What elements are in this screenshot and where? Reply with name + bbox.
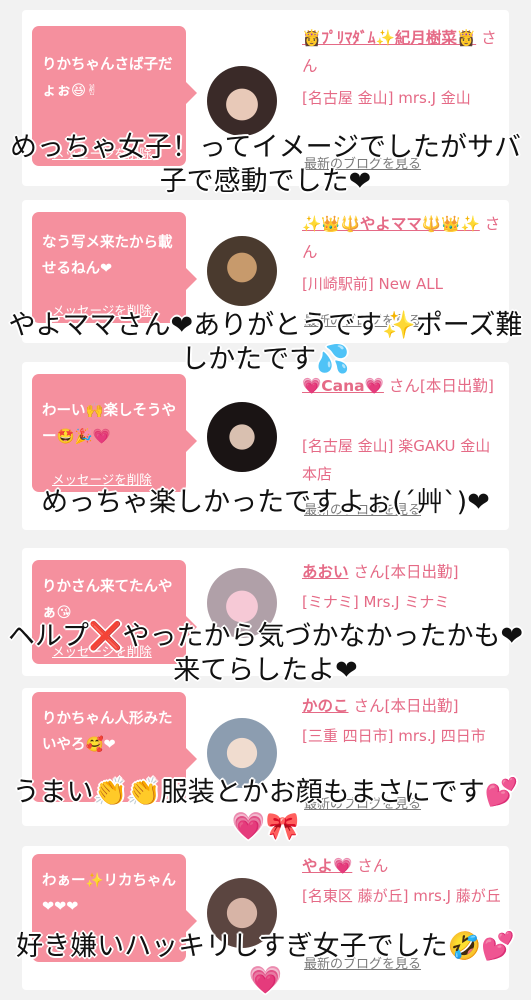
honorific: さん[本日出勤] bbox=[388, 377, 494, 395]
delete-message-link[interactable]: メッセージを削除 bbox=[52, 143, 152, 162]
honorific: さん[本日出勤] bbox=[353, 697, 459, 715]
shop-info: [名古屋 金山] 楽GAKU 金山本店 bbox=[302, 437, 491, 483]
message-bubble: りかさん来てたんやぁ😘 メッセージを削除 bbox=[32, 560, 197, 664]
avatar[interactable] bbox=[207, 568, 277, 638]
message-text: なう写メ来たから載せるねん❤ bbox=[42, 235, 173, 277]
avatar[interactable] bbox=[207, 66, 277, 136]
shop-info: [名古屋 金山] mrs.J 金山 bbox=[302, 89, 471, 107]
sender-name-line: ✨👑🔱やよママ🔱👑✨ さん bbox=[302, 210, 502, 266]
avatar[interactable] bbox=[207, 402, 277, 472]
message-bubble: わーい🙌楽しそうやー🤩🎉💗 メッセージを削除 bbox=[32, 374, 197, 492]
sender-name-link[interactable]: あおい bbox=[302, 563, 349, 581]
avatar[interactable] bbox=[207, 236, 277, 306]
message-card: わーい🙌楽しそうやー🤩🎉💗 メッセージを削除 💗Cana💗 さん[本日出勤] [… bbox=[22, 362, 509, 530]
sender-name-line: 👸ﾌﾟﾘﾏﾀﾞﾑ✨紀月樹菜👸 さん bbox=[302, 24, 502, 80]
message-card: なう写メ来たから載せるねん❤ メッセージを削除 ✨👑🔱やよママ🔱👑✨ さん [川… bbox=[22, 200, 509, 343]
message-text: りかさん来てたんやぁ😘 bbox=[42, 579, 173, 621]
message-card: りかちゃんさば子だょぉ😆✌ メッセージを削除 👸ﾌﾟﾘﾏﾀﾞﾑ✨紀月樹菜👸 さん… bbox=[22, 10, 509, 186]
sender-name-link[interactable]: 💗Cana💗 bbox=[302, 377, 384, 395]
delete-message-link[interactable]: メッセージを削除 bbox=[52, 641, 152, 660]
sender-name-link[interactable]: 👸ﾌﾟﾘﾏﾀﾞﾑ✨紀月樹菜👸 bbox=[302, 29, 476, 47]
honorific: さん[本日出勤] bbox=[353, 563, 459, 581]
sender-name-link[interactable]: ✨👑🔱やよママ🔱👑✨ bbox=[302, 215, 480, 233]
shop-info: [川崎駅前] New ALL bbox=[302, 275, 443, 293]
message-text: わーい🙌楽しそうやー🤩🎉💗 bbox=[42, 403, 177, 445]
latest-blog-link[interactable]: 最新のブログを見る bbox=[304, 153, 421, 172]
message-bubble: りかちゃん人形みたいやろ🥰❤ bbox=[32, 692, 197, 802]
message-bubble: なう写メ来たから載せるねん❤ メッセージを削除 bbox=[32, 212, 197, 323]
message-bubble: りかちゃんさば子だょぉ😆✌ メッセージを削除 bbox=[32, 26, 197, 166]
message-text: りかちゃん人形みたいやろ🥰❤ bbox=[42, 711, 173, 753]
shop-info: [三重 四日市] mrs.J 四日市 bbox=[302, 727, 486, 745]
delete-message-link[interactable]: メッセージを削除 bbox=[52, 300, 152, 319]
sender-name-link[interactable]: やよ💗 bbox=[302, 857, 352, 875]
message-text: りかちゃんさば子だょぉ😆✌ bbox=[42, 57, 173, 99]
latest-blog-link[interactable]: 最新のブログを見る bbox=[304, 499, 421, 518]
message-card: わぁー✨リカちゃん❤❤❤ やよ💗 さん [名東区 藤が丘] mrs.J 藤が丘 … bbox=[22, 846, 509, 990]
message-card: りかさん来てたんやぁ😘 メッセージを削除 あおい さん[本日出勤] [ミナミ] … bbox=[22, 548, 509, 676]
message-text: わぁー✨リカちゃん❤❤❤ bbox=[42, 873, 177, 915]
message-card: りかちゃん人形みたいやろ🥰❤ かのこ さん[本日出勤] [三重 四日市] mrs… bbox=[22, 688, 509, 826]
sender-name-line: かのこ さん[本日出勤] bbox=[302, 692, 502, 720]
shop-info: [名東区 藤が丘] mrs.J 藤が丘 bbox=[302, 887, 501, 905]
latest-blog-link[interactable]: 最新のブログを見る bbox=[304, 793, 421, 812]
delete-message-link[interactable]: メッセージを削除 bbox=[52, 469, 152, 488]
sender-name-line: やよ💗 さん bbox=[302, 852, 502, 880]
sender-name-line: 💗Cana💗 さん[本日出勤] bbox=[302, 372, 502, 400]
message-bubble: わぁー✨リカちゃん❤❤❤ bbox=[32, 854, 197, 962]
sender-name-line: あおい さん[本日出勤] bbox=[302, 558, 502, 586]
avatar[interactable] bbox=[207, 718, 277, 788]
honorific: さん bbox=[357, 857, 389, 875]
avatar[interactable] bbox=[207, 878, 277, 948]
latest-blog-link[interactable]: 最新のブログを見る bbox=[304, 953, 421, 972]
sender-name-link[interactable]: かのこ bbox=[302, 697, 349, 715]
shop-info: [ミナミ] Mrs.J ミナミ bbox=[302, 593, 450, 611]
latest-blog-link[interactable]: 最新のブログを見る bbox=[304, 310, 421, 329]
